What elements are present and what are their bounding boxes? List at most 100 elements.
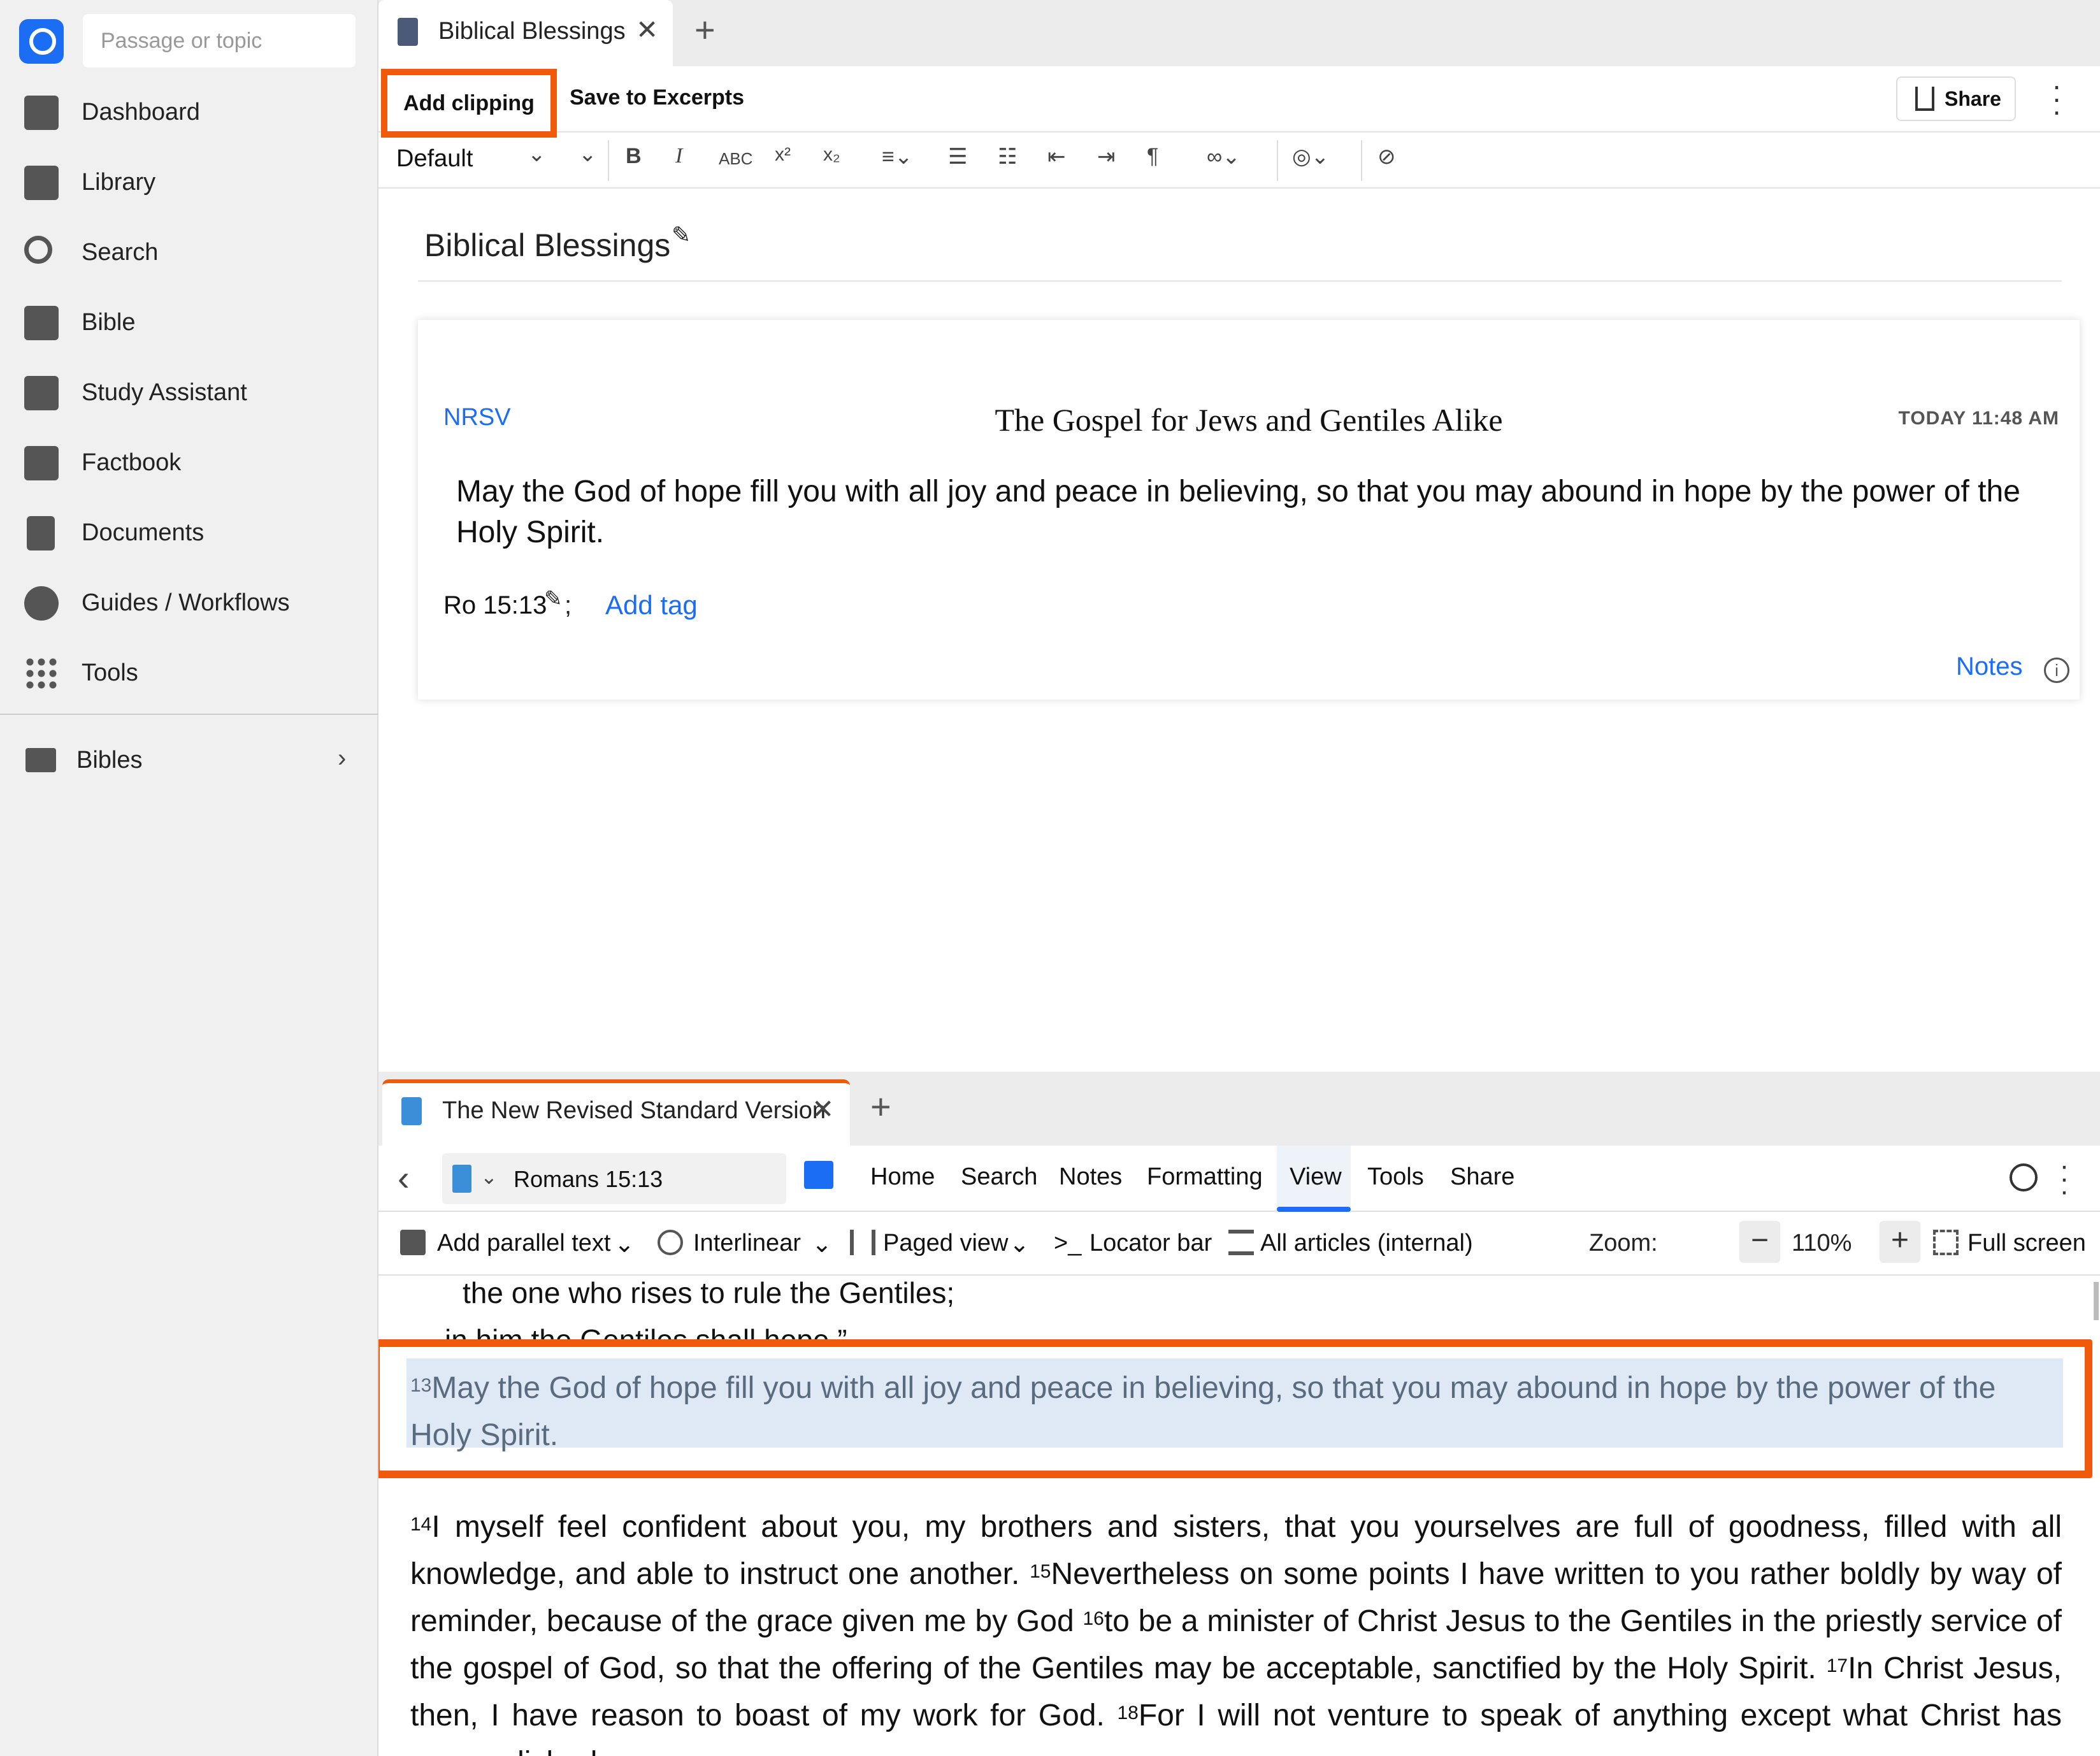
clipping-card: NRSV The Gospel for Jews and Gentiles Al… <box>418 320 2080 700</box>
numbered-list-icon[interactable]: ☷ <box>998 144 1017 169</box>
title-divider <box>418 280 2062 282</box>
full-screen-button[interactable]: Full screen <box>1967 1230 2086 1257</box>
full-screen-icon[interactable] <box>1933 1230 1959 1255</box>
tab-biblical-blessings[interactable]: Biblical Blessings ✕ <box>378 0 673 66</box>
menu-formatting[interactable]: Formatting <box>1147 1163 1263 1191</box>
dashboard-icon <box>24 96 59 130</box>
clipping-text[interactable]: May the God of hope fill you with all jo… <box>456 471 2075 553</box>
sidebar-item-guides-workflows[interactable]: Guides / Workflows <box>0 571 378 635</box>
pencil-edit-icon[interactable]: ✎ <box>672 222 691 248</box>
tab-label: Biblical Blessings <box>438 18 626 45</box>
sidebar-folder-bibles[interactable]: Bibles › <box>0 729 378 793</box>
menu-home[interactable]: Home <box>870 1163 935 1191</box>
back-arrow-icon[interactable]: ‹ <box>398 1157 410 1198</box>
bottom-pane-tabbar: The New Revised Standard Version ✕ + <box>378 1072 2100 1146</box>
sidebar-item-label: Search <box>82 238 159 266</box>
zoom-out-button[interactable]: − <box>1739 1221 1780 1263</box>
sidebar-item-label: Dashboard <box>82 98 200 126</box>
zoom-in-button[interactable]: + <box>1880 1221 1920 1263</box>
clipping-reference[interactable]: Ro 15:13 <box>443 591 547 620</box>
add-tab-icon[interactable]: + <box>694 9 716 50</box>
small-caps-button[interactable]: ABC <box>719 149 752 169</box>
pencil-edit-icon[interactable]: ✎ <box>544 586 563 612</box>
italic-button[interactable]: I <box>675 144 682 168</box>
scrollbar[interactable] <box>2094 1282 2099 1320</box>
verse-number: 15 <box>1030 1561 1051 1582</box>
verse-number: 14 <box>410 1514 432 1535</box>
sidebar-item-label: Factbook <box>82 449 182 476</box>
paged-view-button[interactable]: Paged view <box>883 1230 1008 1257</box>
close-tab-icon[interactable]: ✕ <box>636 14 658 45</box>
logos-logo-icon[interactable] <box>19 19 64 64</box>
sidebar-item-factbook[interactable]: Factbook <box>0 431 378 494</box>
bible-text-panel: the one who rises to rule the Gentiles; … <box>378 1276 2100 1756</box>
sidebar-item-label: Documents <box>82 519 205 546</box>
locator-bar-icon[interactable]: >_ <box>1054 1230 1081 1257</box>
more-options-icon[interactable]: · · · <box>2050 71 2063 126</box>
clear-formatting-icon[interactable]: ⊘ <box>1377 144 1396 169</box>
sidebar-item-search[interactable]: Search <box>0 220 378 284</box>
menu-notes[interactable]: Notes <box>1059 1163 1122 1191</box>
folder-icon <box>25 748 56 772</box>
menu-tools[interactable]: Tools <box>1367 1163 1424 1191</box>
reference-box[interactable]: ⌄ Romans 15:13 <box>442 1153 786 1204</box>
sidebar-item-tools[interactable]: Tools <box>0 641 378 705</box>
verse-number: 18 <box>1117 1702 1139 1724</box>
info-icon[interactable]: i <box>2044 658 2069 683</box>
menu-share[interactable]: Share <box>1450 1163 1514 1191</box>
locator-bar-button[interactable]: Locator bar <box>1090 1230 1212 1257</box>
collapse-panel-icon[interactable] <box>2010 1163 2038 1191</box>
all-articles-button[interactable]: All articles (internal) <box>1260 1230 1473 1257</box>
more-options-icon[interactable]: · · · <box>2058 1152 2071 1205</box>
share-button[interactable]: Share <box>1896 76 2016 121</box>
outdent-icon[interactable]: ⇤ <box>1047 144 1066 169</box>
reference-input[interactable]: Romans 15:13 <box>514 1166 663 1193</box>
save-to-excerpts-button[interactable]: Save to Excerpts <box>570 85 744 110</box>
verses-14-18[interactable]: 14I myself feel confident about you, my … <box>410 1504 2062 1756</box>
notes-link[interactable]: Notes <box>1956 652 2023 681</box>
document-tab-icon <box>398 18 418 46</box>
sidebar-item-library[interactable]: Library <box>0 150 378 214</box>
bible-resource-icon[interactable] <box>452 1165 471 1193</box>
chevron-down-icon[interactable]: ⌄ <box>1009 1230 1030 1258</box>
add-parallel-text-button[interactable]: Add parallel text <box>437 1230 611 1257</box>
chevron-down-icon[interactable]: ⌄ <box>614 1230 635 1258</box>
chevron-down-icon[interactable]: ⌄ <box>528 141 546 167</box>
add-tag-link[interactable]: Add tag <box>605 590 698 621</box>
paged-view-icon[interactable] <box>850 1230 875 1255</box>
interlinear-button[interactable]: Interlinear <box>693 1230 801 1257</box>
language-globe-icon[interactable]: ◎⌄ <box>1292 144 1329 169</box>
menu-view[interactable]: View <box>1290 1163 1342 1191</box>
link-icon[interactable]: ∞⌄ <box>1207 144 1241 169</box>
paragraph-style-select[interactable]: Default <box>396 145 473 173</box>
add-clipping-button[interactable]: Add clipping <box>381 69 557 138</box>
bible-icon <box>24 306 59 340</box>
menu-search[interactable]: Search <box>961 1163 1037 1191</box>
close-tab-icon[interactable]: ✕ <box>812 1093 834 1125</box>
chevron-down-icon[interactable]: ⌄ <box>480 1165 498 1189</box>
add-tab-icon[interactable]: + <box>870 1086 891 1127</box>
add-parallel-icon[interactable] <box>400 1230 426 1255</box>
passage-search-input[interactable]: Passage or topic <box>83 14 356 68</box>
sidebar-item-study-assistant[interactable]: Study Assistant <box>0 361 378 424</box>
subscript-button[interactable]: x₂ <box>823 144 840 166</box>
chevron-down-icon[interactable]: ⌄ <box>812 1230 832 1258</box>
align-icon[interactable]: ≡⌄ <box>882 144 912 169</box>
sidebar-item-documents[interactable]: Documents <box>0 501 378 565</box>
reading-plan-icon[interactable] <box>804 1161 833 1189</box>
tab-nrsv[interactable]: The New Revised Standard Version ✕ <box>382 1079 850 1146</box>
sidebar-item-bible[interactable]: Bible <box>0 291 378 354</box>
sidebar-item-dashboard[interactable]: Dashboard <box>0 80 378 144</box>
poetry-line[interactable]: the one who rises to rule the Gentiles; <box>463 1276 954 1310</box>
study-assistant-icon <box>24 376 59 410</box>
bold-button[interactable]: B <box>626 144 642 169</box>
share-label: Share <box>1945 87 2001 110</box>
articles-icon[interactable] <box>1228 1230 1254 1255</box>
interlinear-icon[interactable] <box>658 1230 683 1255</box>
font-size-select[interactable]: ⌄ <box>579 141 597 167</box>
paragraph-direction-icon[interactable]: ¶ <box>1147 144 1158 169</box>
superscript-button[interactable]: x² <box>775 144 791 166</box>
document-title[interactable]: Biblical Blessings <box>424 227 670 264</box>
indent-icon[interactable]: ⇥ <box>1097 144 1116 169</box>
bullet-list-icon[interactable]: ☰ <box>948 144 967 169</box>
